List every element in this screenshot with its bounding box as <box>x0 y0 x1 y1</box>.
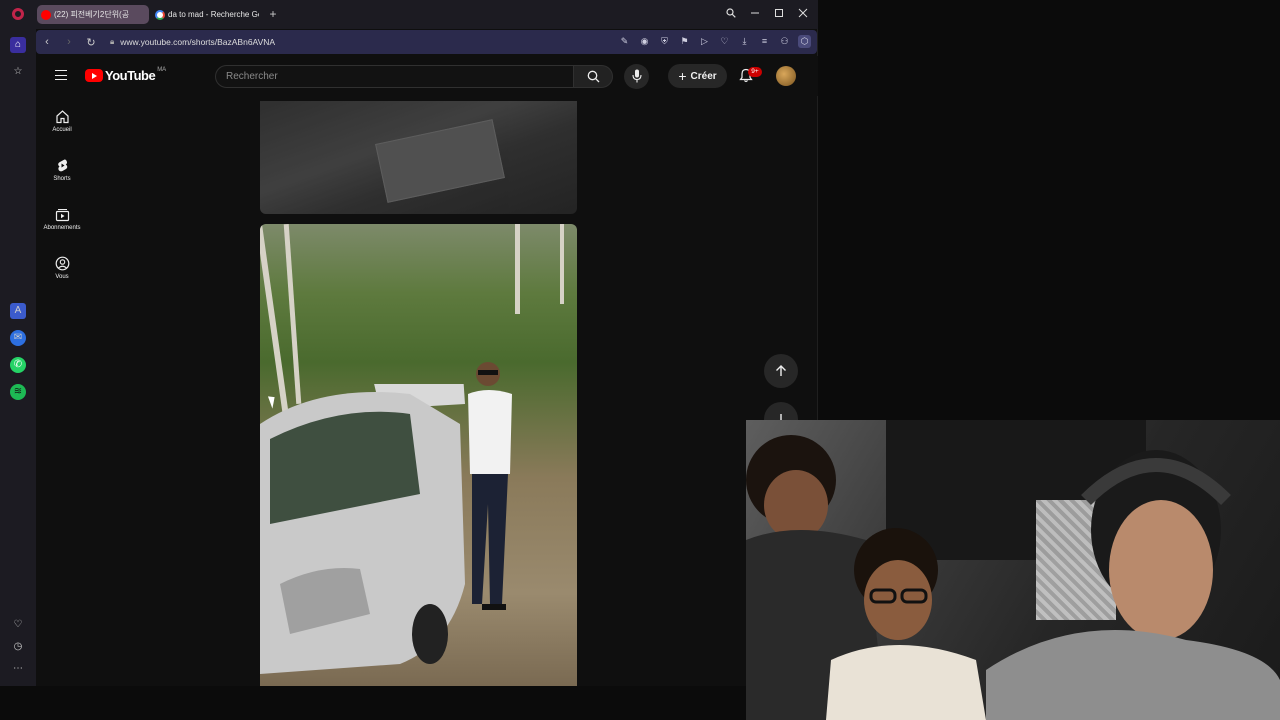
lock-icon[interactable]: 🔒︎ <box>110 37 114 47</box>
profile-icon[interactable]: ⚇ <box>778 35 791 48</box>
tab-label: (22) 피전베기2단위(공 <box>54 10 130 19</box>
back-icon[interactable]: ‹ <box>36 36 58 48</box>
guide-label: Accueil <box>52 127 72 133</box>
opera-logo-icon[interactable] <box>12 8 24 20</box>
whatsapp-icon[interactable]: ✆ <box>10 357 26 373</box>
shorts-icon <box>57 159 67 172</box>
player-icon[interactable]: ▷ <box>698 35 711 48</box>
opera-aria-icon[interactable]: A <box>10 303 26 319</box>
webcam-overlay <box>746 420 1280 720</box>
tab-bar: (22) 피전베기2단위(공 da to mad - Recherche Go … <box>0 0 818 29</box>
tab-search-icon[interactable] <box>723 6 739 22</box>
youtube-favicon-icon <box>41 9 51 20</box>
new-tab-button[interactable]: + <box>266 7 280 21</box>
search-box <box>215 65 574 88</box>
maximize-icon[interactable] <box>771 6 787 22</box>
heart-icon[interactable]: ♡ <box>718 35 731 48</box>
subscriptions-icon <box>55 209 69 222</box>
guide-item-home[interactable]: Accueil <box>36 109 88 133</box>
youtube-header: YouTube MA + Créer 9+ <box>36 56 818 96</box>
shield-icon[interactable]: ⛨ <box>658 35 671 48</box>
reload-icon[interactable]: ↻ <box>80 36 102 49</box>
voice-search-button[interactable] <box>624 64 649 89</box>
youtube-logo[interactable]: YouTube MA <box>85 66 167 83</box>
extension-icon[interactable]: ⬡ <box>798 35 811 48</box>
notification-count-badge: 9+ <box>748 67 762 77</box>
tab-google-search[interactable]: da to mad - Recherche Go <box>151 5 259 24</box>
create-button[interactable]: + Créer <box>668 64 727 88</box>
search-icon <box>587 70 599 83</box>
plus-icon: + <box>678 68 687 84</box>
video-frame-detail <box>515 224 520 314</box>
bottom-strip <box>0 686 746 720</box>
guide-item-subscriptions[interactable]: Abonnements <box>36 207 88 231</box>
search-button[interactable] <box>573 65 613 88</box>
google-favicon-icon <box>155 9 165 20</box>
youtube-logo-text: YouTube <box>105 68 156 83</box>
microphone-icon <box>631 69 642 83</box>
previous-short-button[interactable] <box>764 354 798 388</box>
opera-star-icon[interactable]: ☆ <box>10 64 26 80</box>
youtube-mini-guide: Accueil Shorts Abonnements Vous <box>36 96 88 686</box>
video-frame-detail <box>283 224 302 404</box>
search-input[interactable] <box>216 66 573 87</box>
opera-sidebar: ⌂ ☆ A ✉ ✆ ≋ ♡ ◷ ⋯ <box>0 29 36 686</box>
opera-home-icon[interactable]: ⌂ <box>10 37 26 53</box>
account-avatar[interactable] <box>776 66 796 86</box>
video-frame-detail <box>560 224 564 304</box>
tab-youtube[interactable]: (22) 피전베기2단위(공 <box>37 5 149 24</box>
home-icon <box>55 110 69 124</box>
spotify-icon[interactable]: ≋ <box>10 384 26 400</box>
video-person-shape <box>468 362 512 610</box>
next-short-button[interactable] <box>764 402 798 422</box>
address-bar-tools: ✎ ◉ ⛨ ⚑ ▷ ♡ ⤓ ≡ ⚇ ⬡ <box>618 35 811 48</box>
history-clock-icon[interactable]: ◷ <box>10 639 26 655</box>
video-frame-detail <box>375 119 505 203</box>
guide-label: Vous <box>55 274 69 280</box>
you-icon <box>55 256 69 271</box>
create-label: Créer <box>690 70 717 82</box>
vpn-icon[interactable]: ⚑ <box>678 35 691 48</box>
guide-item-shorts[interactable]: Shorts <box>36 158 88 182</box>
download-icon[interactable]: ⤓ <box>738 35 751 48</box>
menu-icon[interactable]: ≡ <box>758 35 771 48</box>
url-field[interactable]: www.youtube.com/shorts/BazABn6AVNA <box>120 37 275 47</box>
current-short-video[interactable] <box>260 224 577 686</box>
address-bar: ‹ › ↻ 🔒︎ www.youtube.com/shorts/BazABn6A… <box>36 30 817 54</box>
messenger-icon[interactable]: ✉ <box>10 330 26 346</box>
camera-icon[interactable]: ◉ <box>638 35 651 48</box>
more-dots-icon[interactable]: ⋯ <box>10 661 26 677</box>
browser-window: (22) 피전베기2단위(공 da to mad - Recherche Go … <box>0 0 818 686</box>
video-car-shape <box>260 384 465 674</box>
tab-label: da to mad - Recherche Go <box>168 10 259 19</box>
region-code: MA <box>157 66 167 73</box>
hamburger-menu-icon[interactable] <box>55 70 67 80</box>
favorites-heart-icon[interactable]: ♡ <box>10 617 26 633</box>
youtube-play-icon <box>85 69 103 82</box>
forward-icon[interactable]: › <box>58 36 80 48</box>
guide-label: Abonnements <box>43 225 81 231</box>
previous-short-video[interactable] <box>260 101 577 214</box>
guide-label: Shorts <box>53 176 71 182</box>
webcam-people-shapes <box>746 435 1280 720</box>
guide-item-you[interactable]: Vous <box>36 256 88 280</box>
close-icon[interactable] <box>795 6 811 22</box>
screen: (22) 피전베기2단위(공 da to mad - Recherche Go … <box>0 0 1280 720</box>
arrow-up-icon <box>776 365 786 376</box>
edit-icon[interactable]: ✎ <box>618 35 631 48</box>
minimize-icon[interactable] <box>747 6 763 22</box>
